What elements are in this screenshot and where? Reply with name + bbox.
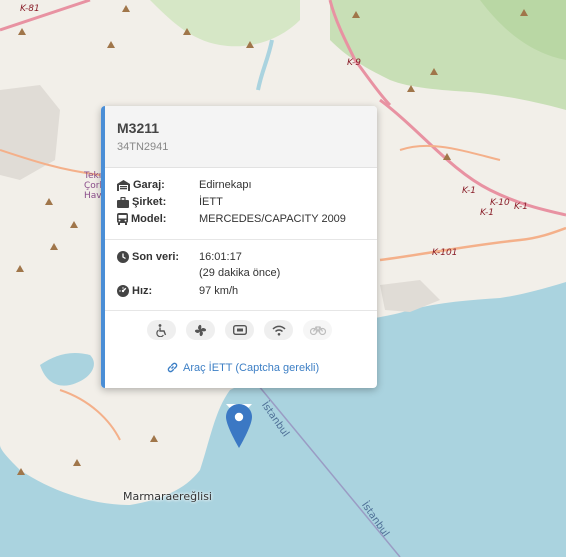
wheelchair-icon [147,320,176,340]
link-icon [166,361,179,374]
road-label-k101: K-101 [432,248,458,258]
model-row: Model: MERCEDES/CAPACITY 2009 [117,213,346,225]
fan-icon [186,320,215,340]
road-label-k81: K-81 [20,4,40,14]
vehicle-link-text[interactable]: Araç İETT (Captcha gerekli) [183,362,319,374]
garage-label: Garaj: [133,179,165,191]
company-row: Şirket: İETT [117,196,223,208]
last-data-row: Son veri: 16:01:17 (29 dakika önce) [117,251,280,279]
clock-icon [117,251,129,263]
last-data-ago: (29 dakika önce) [199,267,281,279]
road-label-k1: K-1 [480,208,494,218]
popup-header: M3211 34TN2941 [105,106,377,168]
road-label-k1: K-1 [514,202,528,212]
bicycle-icon [303,320,332,340]
last-data-time: 16:01:17 [199,251,242,263]
company-value: İETT [199,196,223,208]
garage-value: Edirnekapı [199,179,252,191]
divider [105,239,377,240]
road-label-k9: K-9 [347,58,361,68]
speed-row: Hız: 97 km/h [117,285,238,297]
map-marker-icon[interactable] [226,404,252,448]
road-label-k1: K-1 [462,186,476,196]
speed-label: Hız: [132,285,153,297]
warehouse-icon [117,179,130,191]
usb-icon [225,320,254,340]
model-value: MERCEDES/CAPACITY 2009 [199,213,346,225]
wifi-icon [264,320,293,340]
town-label: Marmaraereğlisi [123,490,212,503]
vehicle-link[interactable]: Araç İETT (Captcha gerekli) [166,361,319,374]
garage-row: Garaj: Edirnekapı [117,179,252,191]
last-data-label: Son veri: [132,251,180,263]
divider [105,310,377,311]
company-label: Şirket: [132,196,167,208]
bus-icon [117,213,128,225]
speed-value: 97 km/h [199,285,239,297]
feature-badges [147,320,332,340]
speedometer-icon [117,285,129,297]
license-plate: 34TN2941 [117,141,169,153]
briefcase-icon [117,196,129,208]
road-label-k10: K-10 [490,198,510,208]
vehicle-popup: M3211 34TN2941 Garaj: Edirnekapı Şirket:… [101,106,377,388]
model-label: Model: [131,213,167,225]
vehicle-id: M3211 [117,120,160,136]
